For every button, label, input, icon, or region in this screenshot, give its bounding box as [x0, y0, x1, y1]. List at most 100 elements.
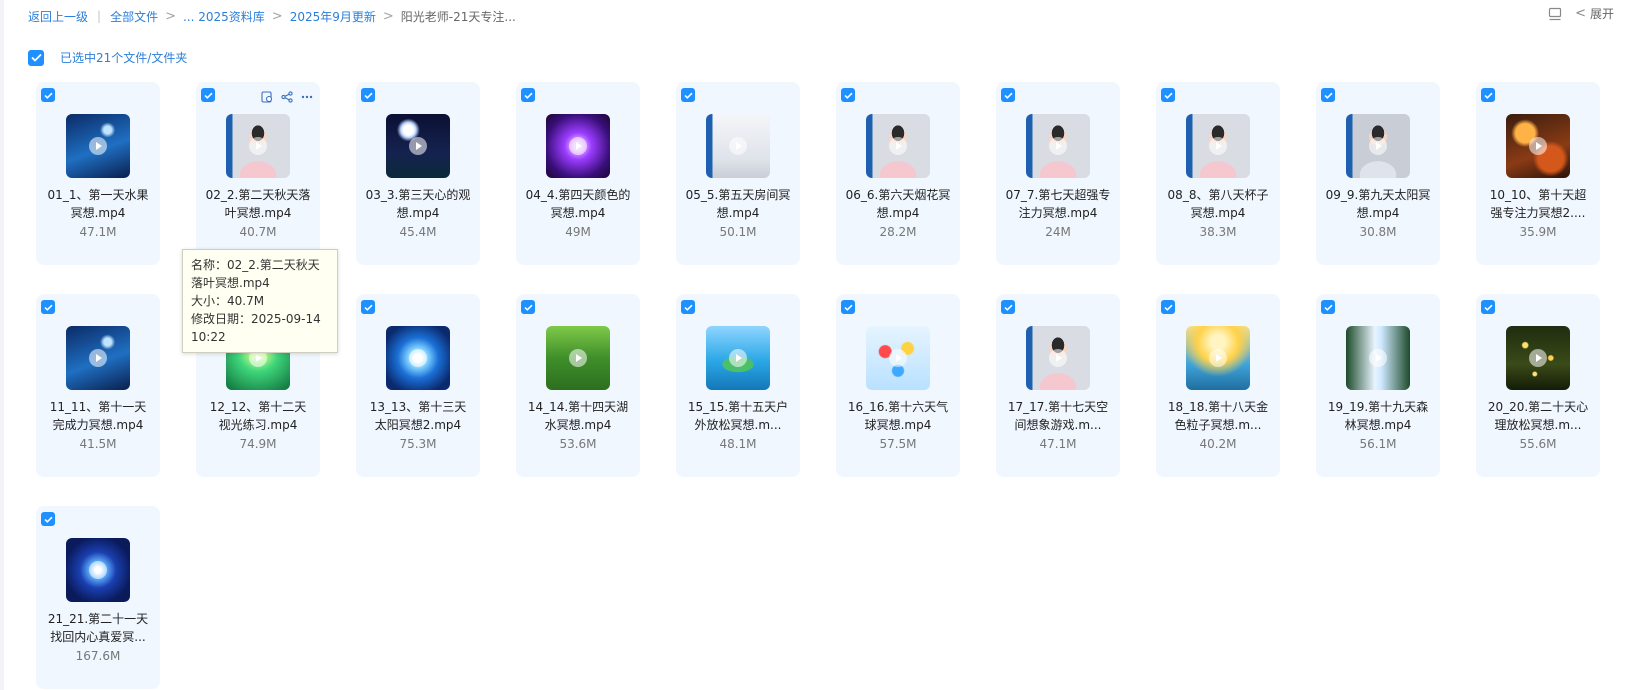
video-thumbnail[interactable] [66, 538, 130, 602]
video-thumbnail[interactable] [1346, 326, 1410, 390]
file-name[interactable]: 15_15.第十五天户外放松冥想.m... [684, 398, 792, 434]
video-thumbnail[interactable] [706, 326, 770, 390]
file-name[interactable]: 01_1、第一天水果冥想.mp4 [44, 186, 152, 222]
file-name[interactable]: 08_8、第八天杯子冥想.mp4 [1164, 186, 1272, 222]
file-name[interactable]: 20_20.第二十天心理放松冥想.m... [1484, 398, 1592, 434]
file-checkbox[interactable] [681, 88, 695, 102]
file-checkbox[interactable] [1161, 88, 1175, 102]
file-grid: 01_1、第一天水果冥想.mp4 47.1M 02_2.第二天秋天落叶冥想.mp4 4… [36, 82, 1600, 689]
file-card[interactable]: 07_7.第七天超强专注力冥想.mp4 24M [996, 82, 1120, 265]
view-toggle-icon[interactable] [1547, 6, 1563, 22]
file-checkbox[interactable] [1321, 88, 1335, 102]
file-checkbox[interactable] [1481, 88, 1495, 102]
select-all-checkbox[interactable] [28, 49, 44, 66]
video-thumbnail[interactable] [866, 326, 930, 390]
video-thumbnail[interactable] [66, 326, 130, 390]
file-size: 35.9M [1519, 225, 1557, 239]
file-size: 56.1M [1359, 437, 1397, 451]
file-card[interactable]: 08_8、第八天杯子冥想.mp4 38.3M [1156, 82, 1280, 265]
file-name[interactable]: 16_16.第十六天气球冥想.mp4 [844, 398, 952, 434]
file-card[interactable]: 03_3.第三天心的观想.mp4 45.4M [356, 82, 480, 265]
video-thumbnail[interactable] [866, 114, 930, 178]
file-name[interactable]: 13_13、第十三天太阳冥想2.mp4 [364, 398, 472, 434]
video-thumbnail[interactable] [226, 114, 290, 178]
file-card[interactable]: 20_20.第二十天心理放松冥想.m... 55.6M [1476, 294, 1600, 477]
video-thumbnail[interactable] [1026, 114, 1090, 178]
file-card[interactable]: 14_14.第十四天湖水冥想.mp4 53.6M [516, 294, 640, 477]
file-name[interactable]: 10_10、第十天超强专注力冥想2.... [1484, 186, 1592, 222]
file-name[interactable]: 07_7.第七天超强专注力冥想.mp4 [1004, 186, 1112, 222]
file-card[interactable]: 04_4.第四天颜色的冥想.mp4 49M [516, 82, 640, 265]
file-card[interactable]: 16_16.第十六天气球冥想.mp4 57.5M [836, 294, 960, 477]
file-checkbox[interactable] [841, 88, 855, 102]
file-card[interactable]: 06_6.第六天烟花冥想.mp4 28.2M [836, 82, 960, 265]
share-icon[interactable] [280, 90, 294, 104]
file-card[interactable]: 18_18.第十八天金色粒子冥想.m... 40.2M [1156, 294, 1280, 477]
file-checkbox[interactable] [681, 300, 695, 314]
file-checkbox[interactable] [521, 300, 535, 314]
play-icon [889, 137, 907, 155]
file-name[interactable]: 03_3.第三天心的观想.mp4 [364, 186, 472, 222]
file-card[interactable]: 10_10、第十天超强专注力冥想2.... 35.9M [1476, 82, 1600, 265]
file-card[interactable]: 05_5.第五天房间冥想.mp4 50.1M [676, 82, 800, 265]
file-size: 57.5M [879, 437, 917, 451]
file-checkbox[interactable] [361, 88, 375, 102]
expand-button[interactable]: 展开 [1590, 5, 1614, 22]
file-name[interactable]: 05_5.第五天房间冥想.mp4 [684, 186, 792, 222]
file-checkbox[interactable] [41, 512, 55, 526]
file-card[interactable]: 13_13、第十三天太阳冥想2.mp4 75.3M [356, 294, 480, 477]
file-name[interactable]: 19_19.第十九天森林冥想.mp4 [1324, 398, 1432, 434]
file-checkbox[interactable] [1481, 300, 1495, 314]
play-icon [729, 137, 747, 155]
video-thumbnail[interactable] [706, 114, 770, 178]
file-card[interactable]: 02_2.第二天秋天落叶冥想.mp4 40.7M [196, 82, 320, 265]
play-icon [729, 349, 747, 367]
month-update-link[interactable]: 2025年9月更新 [290, 8, 376, 25]
file-name[interactable]: 12_12、第十二天视光练习.mp4 [204, 398, 312, 434]
video-thumbnail[interactable] [1186, 326, 1250, 390]
file-checkbox[interactable] [1001, 300, 1015, 314]
video-thumbnail[interactable] [1186, 114, 1250, 178]
file-checkbox[interactable] [41, 300, 55, 314]
chevron-left-icon[interactable]: < [1575, 6, 1586, 21]
file-name[interactable]: 18_18.第十八天金色粒子冥想.m... [1164, 398, 1272, 434]
video-thumbnail[interactable] [386, 114, 450, 178]
all-files-link[interactable]: 全部文件 [110, 8, 158, 25]
file-card[interactable]: 01_1、第一天水果冥想.mp4 47.1M [36, 82, 160, 265]
file-card[interactable]: 19_19.第十九天森林冥想.mp4 56.1M [1316, 294, 1440, 477]
file-name[interactable]: 21_21.第二十一天找回内心真爱冥... [44, 610, 152, 646]
file-checkbox[interactable] [841, 300, 855, 314]
file-checkbox[interactable] [1001, 88, 1015, 102]
video-thumbnail[interactable] [66, 114, 130, 178]
file-card[interactable]: 17_17.第十七天空间想象游戏.m... 47.1M [996, 294, 1120, 477]
play-icon [409, 137, 427, 155]
video-thumbnail[interactable] [1506, 114, 1570, 178]
more-icon[interactable] [300, 90, 314, 104]
file-name[interactable]: 11_11、第十一天完成力冥想.mp4 [44, 398, 152, 434]
file-card[interactable]: 11_11、第十一天完成力冥想.mp4 41.5M [36, 294, 160, 477]
file-name[interactable]: 14_14.第十四天湖水冥想.mp4 [524, 398, 632, 434]
file-card[interactable]: 15_15.第十五天户外放松冥想.m... 48.1M [676, 294, 800, 477]
back-link[interactable]: 返回上一级 [28, 8, 88, 25]
save-to-drive-icon[interactable] [260, 90, 274, 104]
file-name[interactable]: 04_4.第四天颜色的冥想.mp4 [524, 186, 632, 222]
file-checkbox[interactable] [201, 88, 215, 102]
file-checkbox[interactable] [1321, 300, 1335, 314]
file-card[interactable]: 09_9.第九天太阳冥想.mp4 30.8M [1316, 82, 1440, 265]
file-name[interactable]: 02_2.第二天秋天落叶冥想.mp4 [204, 186, 312, 222]
file-checkbox[interactable] [41, 88, 55, 102]
video-thumbnail[interactable] [1026, 326, 1090, 390]
file-name[interactable]: 09_9.第九天太阳冥想.mp4 [1324, 186, 1432, 222]
video-thumbnail[interactable] [386, 326, 450, 390]
file-checkbox[interactable] [521, 88, 535, 102]
video-thumbnail[interactable] [546, 114, 610, 178]
video-thumbnail[interactable] [1506, 326, 1570, 390]
video-thumbnail[interactable] [1346, 114, 1410, 178]
file-checkbox[interactable] [361, 300, 375, 314]
file-checkbox[interactable] [1161, 300, 1175, 314]
file-card[interactable]: 21_21.第二十一天找回内心真爱冥... 167.6M [36, 506, 160, 689]
video-thumbnail[interactable] [546, 326, 610, 390]
file-name[interactable]: 06_6.第六天烟花冥想.mp4 [844, 186, 952, 222]
library-link[interactable]: ... 2025资料库 [183, 8, 265, 25]
file-name[interactable]: 17_17.第十七天空间想象游戏.m... [1004, 398, 1112, 434]
